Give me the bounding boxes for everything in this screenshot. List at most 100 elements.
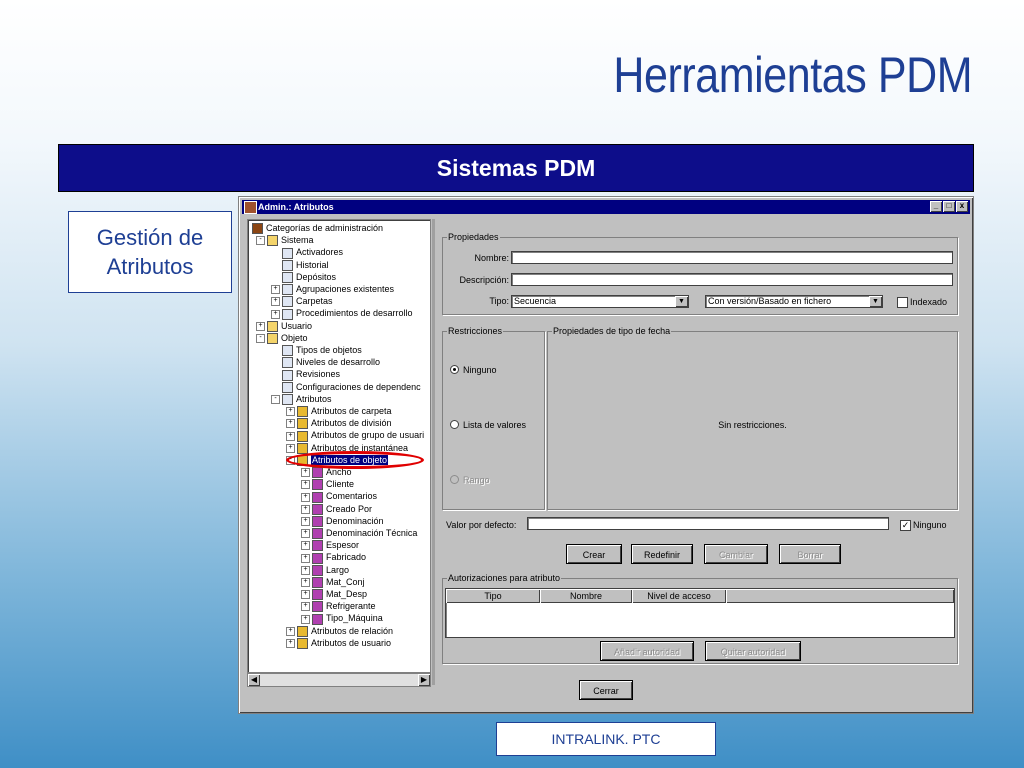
tree-item[interactable]: Historial	[282, 259, 329, 271]
tree-item[interactable]: + Usuario	[256, 320, 312, 332]
expand-icon[interactable]: +	[301, 565, 310, 575]
expand-icon[interactable]: +	[301, 577, 310, 587]
tree-item[interactable]: Activadores	[282, 246, 343, 259]
tree-item[interactable]: Tipos de objetos	[282, 344, 362, 357]
tree-item[interactable]: + Fabricado	[301, 551, 366, 564]
ninguno-radio[interactable]	[450, 365, 459, 374]
version-select[interactable]: Con versión/Basado en fichero ▼	[705, 295, 883, 308]
tree-item[interactable]: + Mat_Desp	[301, 588, 368, 601]
tree-item[interactable]: + Atributos de grupo de usuari	[286, 429, 424, 442]
add-authority-button[interactable]: Añadir autoridad	[600, 641, 694, 661]
expand-icon[interactable]: +	[301, 541, 310, 551]
column-header-tipo[interactable]: Tipo	[446, 589, 540, 603]
date-type-properties-group: Propiedades de tipo de fecha Sin restric…	[547, 326, 958, 510]
column-header-nombre[interactable]: Nombre	[540, 589, 632, 603]
cerrar-button[interactable]: Cerrar	[579, 680, 633, 700]
tree-item[interactable]: + Comentarios	[301, 490, 377, 503]
expand-icon[interactable]: +	[301, 492, 310, 502]
chevron-down-icon[interactable]: ▼	[869, 296, 882, 307]
rango-radio[interactable]	[450, 475, 459, 484]
expand-icon[interactable]: +	[301, 480, 310, 490]
expand-icon[interactable]: +	[271, 309, 280, 319]
tree-item[interactable]: + Atributos de división	[286, 417, 392, 430]
nombre-input[interactable]	[511, 251, 953, 264]
cambiar-button[interactable]: Cambiar	[704, 544, 768, 564]
collapse-icon[interactable]: -	[271, 394, 280, 404]
authorizations-table[interactable]: Tipo Nombre Nivel de acceso	[445, 588, 955, 638]
collapse-icon[interactable]: -	[256, 236, 265, 246]
expand-icon[interactable]: +	[286, 638, 295, 648]
tree-item[interactable]: Categorías de administración	[252, 222, 383, 235]
tree-item[interactable]: Configuraciones de dependenc	[282, 381, 421, 393]
expand-icon[interactable]: +	[301, 468, 310, 478]
tree-item[interactable]: Depósitos	[282, 271, 336, 283]
chevron-down-icon[interactable]: ▼	[675, 296, 688, 307]
column-header-nivel-acceso[interactable]: Nivel de acceso	[632, 589, 726, 603]
tree-item[interactable]: - Objeto	[256, 332, 308, 344]
expand-icon[interactable]: +	[271, 285, 280, 295]
borrar-button[interactable]: Borrar	[779, 544, 841, 564]
tree-item[interactable]: Niveles de desarrollo	[282, 356, 380, 369]
maximize-button[interactable]: □	[943, 201, 955, 212]
expand-icon[interactable]: +	[301, 504, 310, 514]
tree-item[interactable]: + Atributos de usuario	[286, 637, 391, 649]
restrictions-group: Restricciones Ninguno Lista de valores R…	[442, 326, 545, 510]
indexado-checkbox[interactable]	[897, 297, 908, 308]
tree-item[interactable]: + Procedimientos de desarrollo	[271, 307, 413, 320]
expand-icon[interactable]: +	[286, 431, 295, 441]
expand-icon[interactable]: +	[301, 529, 310, 539]
expand-icon[interactable]: +	[256, 321, 265, 331]
expand-icon[interactable]: +	[286, 626, 295, 636]
expand-icon[interactable]: +	[271, 297, 280, 307]
tree-item-label: Atributos de carpeta	[311, 406, 392, 416]
tree-item[interactable]: + Agrupaciones existentes	[271, 283, 394, 296]
expand-icon[interactable]: +	[286, 407, 295, 417]
descripcion-input[interactable]	[511, 273, 953, 286]
tree-item[interactable]: + Espesor	[301, 539, 359, 552]
tree-item[interactable]: + Atributos de relación	[286, 625, 393, 637]
lista-valores-radio[interactable]	[450, 420, 459, 429]
default-ninguno-label: Ninguno	[913, 520, 947, 530]
expand-icon[interactable]: +	[301, 614, 310, 624]
tree-item-label: Mat_Desp	[326, 589, 368, 599]
scroll-left-arrow-icon[interactable]: ◀	[248, 674, 260, 686]
authorizations-group: Autorizaciones para atributo Tipo Nombre…	[442, 573, 958, 664]
tree-item[interactable]: - Atributos	[271, 393, 332, 405]
tree-item[interactable]: + Largo	[301, 564, 349, 576]
tree-item[interactable]: + Refrigerante	[301, 600, 376, 613]
collapse-icon[interactable]: -	[256, 333, 265, 343]
redefinir-button[interactable]: Redefinir	[631, 544, 693, 564]
tree-item[interactable]: Revisiones	[282, 368, 340, 381]
tree-item[interactable]: + Atributos de carpeta	[286, 405, 392, 418]
expand-icon[interactable]: +	[301, 516, 310, 526]
nombre-label: Nombre:	[474, 253, 509, 263]
default-ninguno-checkbox[interactable]: ✓	[900, 520, 911, 531]
tree-item[interactable]: + Cliente	[301, 478, 354, 491]
tree-item[interactable]: + Carpetas	[271, 295, 333, 308]
tree-item[interactable]: + Mat_Conj	[301, 576, 365, 588]
minimize-button[interactable]: _	[930, 201, 942, 212]
remove-authority-button[interactable]: Quitar autoridad	[705, 641, 801, 661]
expand-icon[interactable]: +	[301, 602, 310, 612]
root-icon	[252, 223, 263, 235]
expand-icon[interactable]: +	[286, 443, 295, 453]
panel-splitter[interactable]	[432, 219, 435, 685]
tree-item[interactable]: + Tipo_Máquina	[301, 612, 383, 625]
tree-item[interactable]: + Creado Por	[301, 503, 372, 515]
tree-item[interactable]: - Sistema	[256, 234, 314, 247]
tree-horizontal-scrollbar[interactable]: ◀ ▶	[247, 673, 431, 687]
tipo-select[interactable]: Secuencia ▼	[511, 295, 689, 308]
scroll-right-arrow-icon[interactable]: ▶	[418, 674, 430, 686]
tree-item[interactable]: + Denominación	[301, 515, 384, 527]
attr-icon	[297, 625, 308, 637]
crear-button[interactable]: Crear	[566, 544, 622, 564]
close-window-button[interactable]: x	[956, 201, 968, 212]
window-titlebar[interactable]: Admin.: Atributos _ □ x	[242, 200, 970, 214]
admin-tree[interactable]: Categorías de administración - Sistema Acti…	[247, 219, 431, 673]
default-value-input[interactable]	[527, 517, 889, 530]
tipo-label: Tipo:	[489, 296, 509, 306]
expand-icon[interactable]: +	[301, 590, 310, 600]
expand-icon[interactable]: +	[301, 553, 310, 563]
tree-item[interactable]: + Denominación Técnica	[301, 527, 417, 540]
expand-icon[interactable]: +	[286, 419, 295, 429]
